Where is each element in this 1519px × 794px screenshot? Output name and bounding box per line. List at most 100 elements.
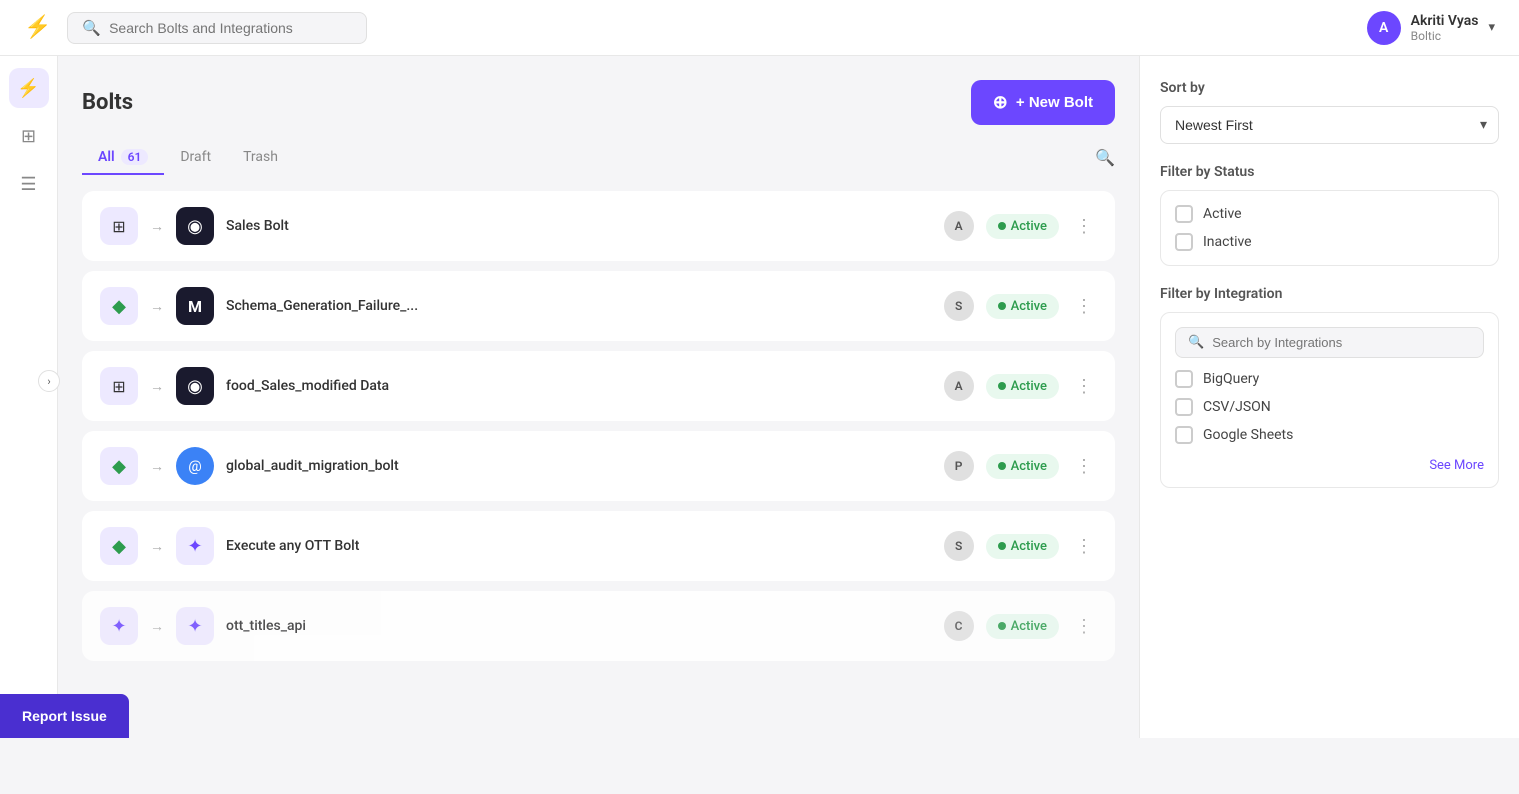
filter-integration-bigquery-label: BigQuery xyxy=(1203,371,1259,387)
filter-integration-box: 🔍 BigQuery CSV/JSON Google Sheets See Mo… xyxy=(1160,312,1499,488)
sort-select[interactable]: Newest First Oldest First A-Z Z-A xyxy=(1160,106,1499,144)
bolts-panel: Bolts ⊕ + New Bolt All 61 Draft Trash 🔍 xyxy=(58,56,1139,738)
status-dot-3 xyxy=(998,462,1006,470)
bolt-source-icon-2: ⊞ xyxy=(100,367,138,405)
sort-section: Sort by Newest First Oldest First A-Z Z-… xyxy=(1160,80,1499,144)
tab-all[interactable]: All 61 xyxy=(82,141,164,175)
bolt-item[interactable]: ⊞ → ◉ Sales Bolt A Active ⋮ xyxy=(82,191,1115,261)
filter-integration-gsheets-row[interactable]: Google Sheets xyxy=(1175,426,1484,444)
bolts-header: Bolts ⊕ + New Bolt xyxy=(82,80,1115,125)
bolt-more-button-2[interactable]: ⋮ xyxy=(1071,372,1097,401)
tab-draft[interactable]: Draft xyxy=(164,141,227,175)
user-badge-1: S xyxy=(944,291,974,321)
status-dot-2 xyxy=(998,382,1006,390)
report-issue-button[interactable]: Report Issue xyxy=(0,694,129,738)
sidebar-item-grid[interactable]: ⊞ xyxy=(9,116,49,156)
tabs-bar: All 61 Draft Trash 🔍 xyxy=(82,141,1115,175)
page-title: Bolts xyxy=(82,90,133,115)
bolt-item[interactable]: ◆ → M Schema_Generation_Failure_... S Ac… xyxy=(82,271,1115,341)
arrow-icon: → xyxy=(150,218,164,235)
filter-status-label: Filter by Status xyxy=(1160,164,1499,180)
bolt-name-4: Execute any OTT Bolt xyxy=(226,538,932,554)
sidebar-item-home[interactable]: ⚡ xyxy=(9,68,49,108)
filter-integration-bigquery-checkbox[interactable] xyxy=(1175,370,1193,388)
list-search-button[interactable]: 🔍 xyxy=(1095,148,1115,168)
see-more-link[interactable]: See More xyxy=(1429,458,1484,473)
filter-integration-gsheets-checkbox[interactable] xyxy=(1175,426,1193,444)
filter-integration-csvjson-row[interactable]: CSV/JSON xyxy=(1175,398,1484,416)
filter-status-box: Active Inactive xyxy=(1160,190,1499,266)
bolt-more-button-5[interactable]: ⋮ xyxy=(1071,612,1097,641)
filter-integration-gsheets-label: Google Sheets xyxy=(1203,427,1293,443)
bolt-source-icon-0: ⊞ xyxy=(100,207,138,245)
filter-integration-csvjson-checkbox[interactable] xyxy=(1175,398,1193,416)
status-badge-1: Active xyxy=(986,294,1059,319)
status-dot-4 xyxy=(998,542,1006,550)
bolt-name-2: food_Sales_modified Data xyxy=(226,378,932,394)
status-badge-5: Active xyxy=(986,614,1059,639)
status-badge-3: Active xyxy=(986,454,1059,479)
arrow-icon: → xyxy=(150,298,164,315)
filter-integration-bigquery-row[interactable]: BigQuery xyxy=(1175,370,1484,388)
new-bolt-button[interactable]: ⊕ + New Bolt xyxy=(971,80,1115,125)
filter-integration-csvjson-label: CSV/JSON xyxy=(1203,399,1271,415)
bolt-name-3: global_audit_migration_bolt xyxy=(226,458,932,474)
search-input[interactable] xyxy=(109,20,352,36)
arrow-icon: → xyxy=(150,378,164,395)
bolt-list: ⊞ → ◉ Sales Bolt A Active ⋮ ◆ → M Schema… xyxy=(82,191,1115,661)
sidebar-item-list[interactable]: ☰ xyxy=(9,164,49,204)
user-badge-0: A xyxy=(944,211,974,241)
bolt-dest-icon-3: @ xyxy=(176,447,214,485)
tab-trash[interactable]: Trash xyxy=(227,141,294,175)
bolt-more-button-4[interactable]: ⋮ xyxy=(1071,532,1097,561)
topnav-left: ⚡ 🔍 xyxy=(24,12,367,44)
filter-status-inactive-row[interactable]: Inactive xyxy=(1175,233,1484,251)
bolt-dest-icon-5: ✦ xyxy=(176,607,214,645)
bolt-name-5: ott_titles_api xyxy=(226,618,932,634)
user-badge-2: A xyxy=(944,371,974,401)
tabs-right: 🔍 xyxy=(1095,148,1115,168)
bolt-name-0: Sales Bolt xyxy=(226,218,932,234)
filter-status-active-row[interactable]: Active xyxy=(1175,205,1484,223)
user-menu-chevron-icon[interactable]: ▾ xyxy=(1488,20,1495,35)
logo-icon[interactable]: ⚡ xyxy=(24,15,51,40)
bolt-item[interactable]: ⊞ → ◉ food_Sales_modified Data A Active … xyxy=(82,351,1115,421)
tab-all-count: 61 xyxy=(121,149,149,165)
sort-select-wrapper: Newest First Oldest First A-Z Z-A ▾ xyxy=(1160,106,1499,144)
status-badge-0: Active xyxy=(986,214,1059,239)
integration-search-input[interactable] xyxy=(1212,335,1471,350)
bolt-source-icon-4: ◆ xyxy=(100,527,138,565)
bolt-more-button-1[interactable]: ⋮ xyxy=(1071,292,1097,321)
plus-icon: ⊕ xyxy=(993,92,1008,113)
search-icon: 🔍 xyxy=(82,19,101,37)
right-panel: Sort by Newest First Oldest First A-Z Z-… xyxy=(1139,56,1519,738)
integration-search-icon: 🔍 xyxy=(1188,335,1204,350)
topnav-right: A Akriti Vyas Boltic ▾ xyxy=(1367,11,1495,45)
sidebar-toggle[interactable]: › xyxy=(38,370,60,392)
user-badge-3: P xyxy=(944,451,974,481)
user-name: Akriti Vyas xyxy=(1411,13,1479,29)
user-badge-5: C xyxy=(944,611,974,641)
filter-status-active-checkbox[interactable] xyxy=(1175,205,1193,223)
bolt-source-icon-3: ◆ xyxy=(100,447,138,485)
bolt-item[interactable]: ◆ → ✦ Execute any OTT Bolt S Active ⋮ xyxy=(82,511,1115,581)
bolt-more-button-0[interactable]: ⋮ xyxy=(1071,212,1097,241)
bolt-more-button-3[interactable]: ⋮ xyxy=(1071,452,1097,481)
status-badge-2: Active xyxy=(986,374,1059,399)
user-badge-4: S xyxy=(944,531,974,561)
sidebar: ⚡ ⊞ ☰ xyxy=(0,56,58,738)
filter-status-inactive-checkbox[interactable] xyxy=(1175,233,1193,251)
bolt-name-1: Schema_Generation_Failure_... xyxy=(226,298,932,314)
filter-integration-section: Filter by Integration 🔍 BigQuery CSV/JSO… xyxy=(1160,286,1499,488)
status-dot-5 xyxy=(998,622,1006,630)
arrow-icon: → xyxy=(150,538,164,555)
bolt-dest-icon-4: ✦ xyxy=(176,527,214,565)
bolt-dest-icon-2: ◉ xyxy=(176,367,214,405)
bolt-item[interactable]: ◆ → @ global_audit_migration_bolt P Acti… xyxy=(82,431,1115,501)
main: Bolts ⊕ + New Bolt All 61 Draft Trash 🔍 xyxy=(58,56,1519,738)
filter-integration-label: Filter by Integration xyxy=(1160,286,1499,302)
bolt-item[interactable]: ✦ → ✦ ott_titles_api C Active ⋮ xyxy=(82,591,1115,661)
arrow-icon: → xyxy=(150,458,164,475)
topnav: ⚡ 🔍 A Akriti Vyas Boltic ▾ xyxy=(0,0,1519,56)
avatar: A xyxy=(1367,11,1401,45)
